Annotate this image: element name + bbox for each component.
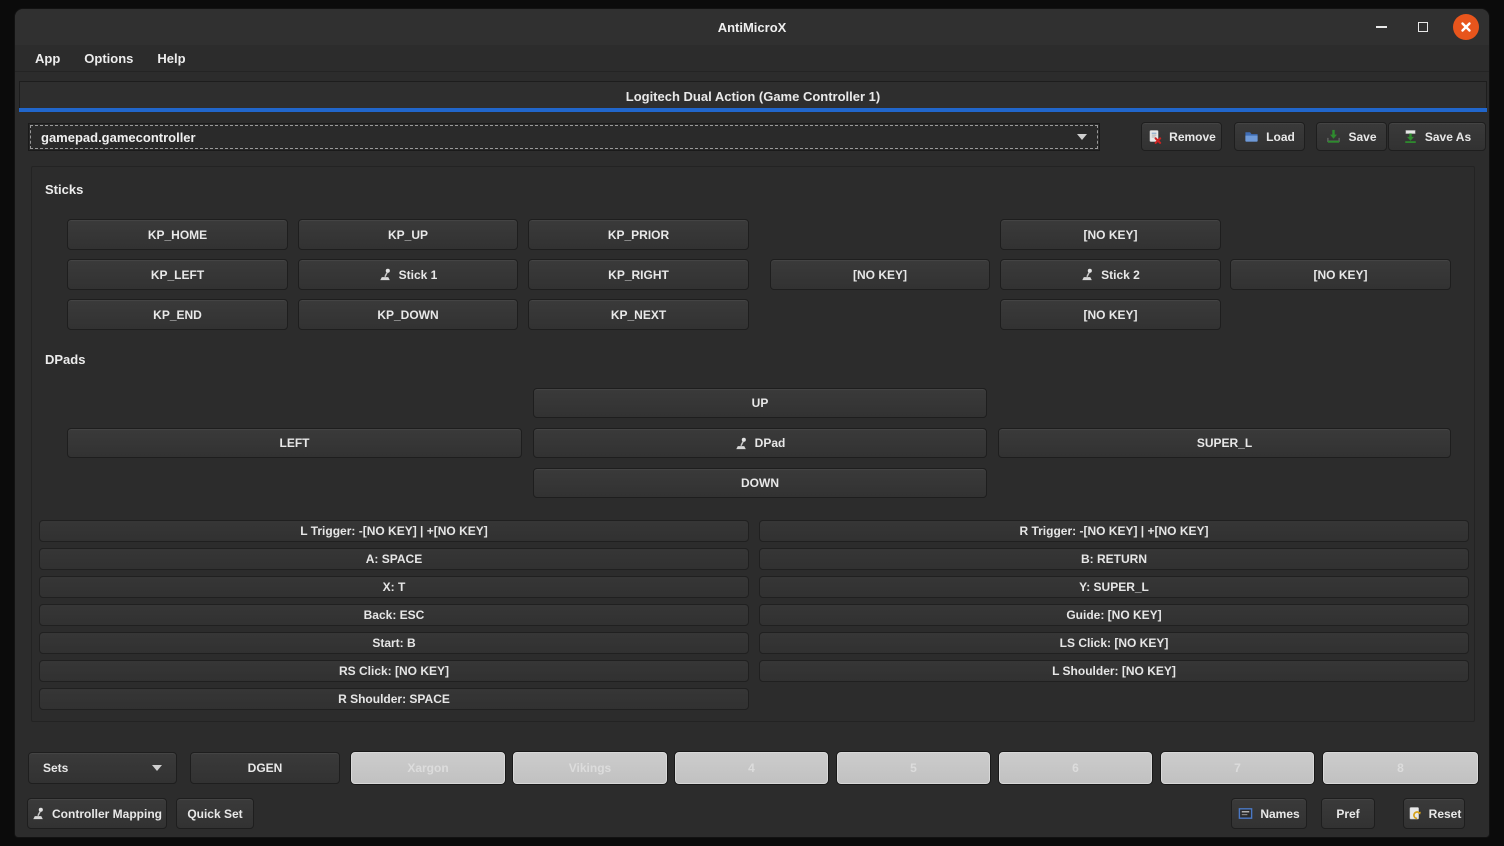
controller-tab-title: Logitech Dual Action (Game Controller 1) bbox=[626, 89, 880, 104]
l-trigger-button[interactable]: L Trigger: -[NO KEY] | +[NO KEY] bbox=[39, 520, 749, 542]
save-as-button[interactable]: Save As bbox=[1388, 122, 1486, 151]
remove-button-label: Remove bbox=[1169, 130, 1216, 144]
stick1-down-left-button[interactable]: KP_END bbox=[67, 299, 288, 330]
y-button[interactable]: Y: SUPER_L bbox=[759, 576, 1469, 598]
r-shoulder-button[interactable]: R Shoulder: SPACE bbox=[39, 688, 749, 710]
pref-label: Pref bbox=[1336, 807, 1359, 821]
menubar: App Options Help bbox=[15, 45, 1489, 72]
set-button-6[interactable]: 6 bbox=[999, 752, 1152, 784]
gamepad-icon bbox=[379, 268, 392, 281]
stick1-down-button[interactable]: KP_DOWN bbox=[298, 299, 518, 330]
gamepad-icon bbox=[32, 807, 45, 820]
dpad-right-button[interactable]: SUPER_L bbox=[998, 428, 1451, 458]
set-button-vikings[interactable]: Vikings bbox=[513, 752, 667, 784]
b-button[interactable]: B: RETURN bbox=[759, 548, 1469, 570]
menu-help[interactable]: Help bbox=[147, 48, 195, 69]
names-label: Names bbox=[1260, 807, 1299, 821]
chevron-down-icon bbox=[152, 765, 162, 771]
stick2-right-button[interactable]: [NO KEY] bbox=[1230, 259, 1451, 290]
stick2-down-button[interactable]: [NO KEY] bbox=[1000, 299, 1221, 330]
controller-mapping-label: Controller Mapping bbox=[52, 807, 162, 821]
app-window: AntiMicroX App Options Help Logitech Dua… bbox=[14, 8, 1490, 838]
quick-set-label: Quick Set bbox=[187, 807, 242, 821]
sets-dropdown-label: Sets bbox=[43, 761, 68, 775]
save-as-button-label: Save As bbox=[1425, 130, 1471, 144]
dpad-center-button[interactable]: DPad bbox=[533, 428, 987, 458]
guide-button[interactable]: Guide: [NO KEY] bbox=[759, 604, 1469, 626]
remove-profile-icon bbox=[1147, 129, 1162, 144]
load-button-label: Load bbox=[1266, 130, 1295, 144]
stick2-up-button[interactable]: [NO KEY] bbox=[1000, 219, 1221, 250]
save-icon bbox=[1326, 129, 1341, 144]
rs-click-button[interactable]: RS Click: [NO KEY] bbox=[39, 660, 749, 682]
set-button-dgen[interactable]: DGEN bbox=[190, 752, 340, 784]
tab-accent-bar bbox=[19, 108, 1487, 112]
reset-button[interactable]: Reset bbox=[1403, 798, 1465, 829]
reset-label: Reset bbox=[1429, 807, 1462, 821]
window-title: AntiMicroX bbox=[718, 20, 787, 35]
minimize-button[interactable] bbox=[1369, 15, 1393, 39]
stick1-up-left-button[interactable]: KP_HOME bbox=[67, 219, 288, 250]
menu-app[interactable]: App bbox=[25, 48, 70, 69]
remove-button[interactable]: Remove bbox=[1141, 122, 1222, 151]
chevron-down-icon bbox=[1077, 134, 1087, 140]
minimize-icon bbox=[1376, 26, 1387, 28]
save-button[interactable]: Save bbox=[1316, 122, 1387, 151]
ls-click-button[interactable]: LS Click: [NO KEY] bbox=[759, 632, 1469, 654]
maximize-icon bbox=[1418, 22, 1428, 32]
stick1-down-right-button[interactable]: KP_NEXT bbox=[528, 299, 749, 330]
dpads-section-label: DPads bbox=[45, 352, 85, 367]
maximize-button[interactable] bbox=[1411, 15, 1435, 39]
save-button-label: Save bbox=[1348, 130, 1376, 144]
titlebar[interactable]: AntiMicroX bbox=[15, 9, 1489, 45]
set-button-4[interactable]: 4 bbox=[675, 752, 828, 784]
dpad-down-button[interactable]: DOWN bbox=[533, 468, 987, 498]
load-folder-icon bbox=[1244, 129, 1259, 144]
set-button-8[interactable]: 8 bbox=[1323, 752, 1478, 784]
menu-options[interactable]: Options bbox=[74, 48, 143, 69]
set-button-xargon[interactable]: Xargon bbox=[351, 752, 505, 784]
profile-dropdown[interactable]: gamepad.gamecontroller bbox=[28, 123, 1100, 151]
dpad-left-button[interactable]: LEFT bbox=[67, 428, 522, 458]
load-button[interactable]: Load bbox=[1234, 122, 1305, 151]
names-icon bbox=[1238, 806, 1253, 821]
pref-button[interactable]: Pref bbox=[1321, 798, 1375, 829]
stick2-center-button[interactable]: Stick 2 bbox=[1000, 259, 1221, 290]
profile-dropdown-value: gamepad.gamecontroller bbox=[41, 130, 1077, 145]
close-button[interactable] bbox=[1453, 14, 1479, 40]
stick1-center-button[interactable]: Stick 1 bbox=[298, 259, 518, 290]
gamepad-icon bbox=[1081, 268, 1094, 281]
dpad-up-button[interactable]: UP bbox=[533, 388, 987, 418]
save-as-icon bbox=[1403, 129, 1418, 144]
set-button-5[interactable]: 5 bbox=[837, 752, 990, 784]
a-button[interactable]: A: SPACE bbox=[39, 548, 749, 570]
stick2-left-button[interactable]: [NO KEY] bbox=[770, 259, 990, 290]
sticks-section-label: Sticks bbox=[45, 182, 83, 197]
sets-dropdown-button[interactable]: Sets bbox=[28, 752, 177, 784]
quick-set-button[interactable]: Quick Set bbox=[176, 798, 254, 829]
stick1-right-button[interactable]: KP_RIGHT bbox=[528, 259, 749, 290]
stick1-up-right-button[interactable]: KP_PRIOR bbox=[528, 219, 749, 250]
start-button[interactable]: Start: B bbox=[39, 632, 749, 654]
back-button[interactable]: Back: ESC bbox=[39, 604, 749, 626]
close-icon bbox=[1460, 21, 1472, 33]
r-trigger-button[interactable]: R Trigger: -[NO KEY] | +[NO KEY] bbox=[759, 520, 1469, 542]
reset-icon bbox=[1407, 806, 1422, 821]
x-button[interactable]: X: T bbox=[39, 576, 749, 598]
controller-mapping-button[interactable]: Controller Mapping bbox=[27, 798, 167, 829]
gamepad-icon bbox=[735, 437, 748, 450]
set-button-7[interactable]: 7 bbox=[1161, 752, 1314, 784]
stick1-left-button[interactable]: KP_LEFT bbox=[67, 259, 288, 290]
stick1-up-button[interactable]: KP_UP bbox=[298, 219, 518, 250]
l-shoulder-button[interactable]: L Shoulder: [NO KEY] bbox=[759, 660, 1469, 682]
names-button[interactable]: Names bbox=[1231, 798, 1307, 829]
